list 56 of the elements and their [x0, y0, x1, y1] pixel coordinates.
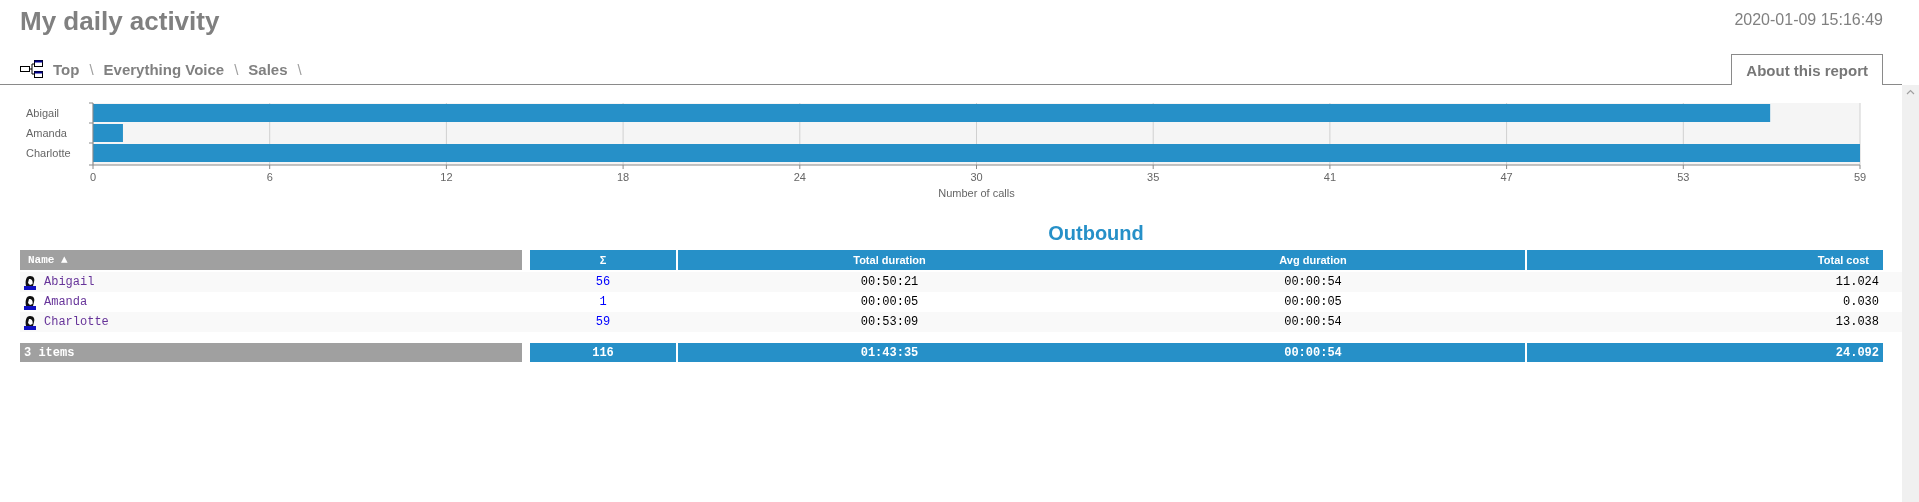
person-link[interactable]: Amanda: [44, 295, 88, 309]
total-cost-cell-text: 11.024: [1834, 274, 1880, 291]
tick-label: 24: [793, 171, 806, 183]
bar: [93, 124, 123, 142]
category-label: Abigail: [26, 107, 60, 119]
column-header[interactable]: Total duration: [678, 250, 1101, 270]
breadcrumb-separator: \: [234, 60, 239, 78]
scroll-up-icon[interactable]: [1906, 89, 1915, 95]
person-link[interactable]: Charlotte: [44, 315, 109, 329]
breadcrumb-link[interactable]: Sales: [248, 60, 288, 78]
count-link[interactable]: 59: [595, 315, 611, 329]
count-link[interactable]: 1: [599, 295, 607, 309]
tick-label: 53: [1677, 171, 1690, 183]
tick-label: 47: [1500, 171, 1513, 183]
count-link[interactable]: 56: [595, 275, 611, 289]
avg-duration-cell-text: 00:00:54: [1283, 274, 1343, 291]
grid-line: [1859, 102, 1861, 166]
column-header[interactable]: Avg duration: [1101, 250, 1525, 270]
y-axis: [88, 102, 94, 166]
category-label: Charlotte: [26, 147, 71, 159]
total-duration-cell-text: 00:00:05: [859, 294, 920, 311]
breadcrumb-link[interactable]: Everything Voice: [103, 60, 225, 78]
total-cell: 01:43:35: [678, 343, 1101, 362]
tick-label: 0: [89, 171, 97, 183]
tick-label: 59: [1853, 171, 1867, 183]
tick-label: 35: [1147, 171, 1160, 183]
page-title: My daily activity: [20, 6, 220, 38]
column-header[interactable]: Σ: [530, 250, 676, 270]
about-report-tab[interactable]: About this report: [1731, 54, 1883, 85]
total-cost-cell-text: 0.030: [1842, 294, 1880, 311]
column-header[interactable]: Total cost: [1527, 250, 1883, 270]
tick-label: 30: [970, 171, 983, 183]
breadcrumb-separator: \: [89, 60, 94, 78]
breadcrumb-separator: \: [297, 60, 302, 78]
category-label: Amanda: [26, 127, 67, 139]
tick-label: 12: [440, 171, 453, 183]
avg-duration-cell-text: 00:00:05: [1283, 294, 1343, 311]
total-cell: 00:00:54: [1101, 343, 1525, 362]
timestamp: 2020-01-09 15:16:49: [1734, 10, 1883, 30]
scrollbar[interactable]: [1902, 85, 1919, 502]
total-duration-cell-text: 00:50:21: [859, 274, 920, 291]
tick-label: 6: [266, 171, 273, 183]
total-cell: 116: [530, 343, 676, 362]
total-cost-cell-text: 13.038: [1834, 314, 1880, 331]
table-title: Outbound: [1047, 222, 1145, 246]
tick-label: 41: [1323, 171, 1337, 183]
hierarchy-icon: [20, 60, 43, 78]
tick-label: 18: [616, 171, 630, 183]
person-link[interactable]: Abigail: [44, 275, 95, 289]
column-header[interactable]: Name ▲: [20, 250, 522, 270]
item-count: 3 items: [20, 343, 522, 362]
total-duration-cell-text: 00:53:09: [859, 314, 920, 331]
breadcrumb-link[interactable]: Top: [53, 60, 80, 78]
axis-title: Number of calls: [938, 187, 1015, 199]
avg-duration-cell-text: 00:00:54: [1283, 314, 1343, 331]
total-cell: 24.092: [1527, 343, 1883, 362]
